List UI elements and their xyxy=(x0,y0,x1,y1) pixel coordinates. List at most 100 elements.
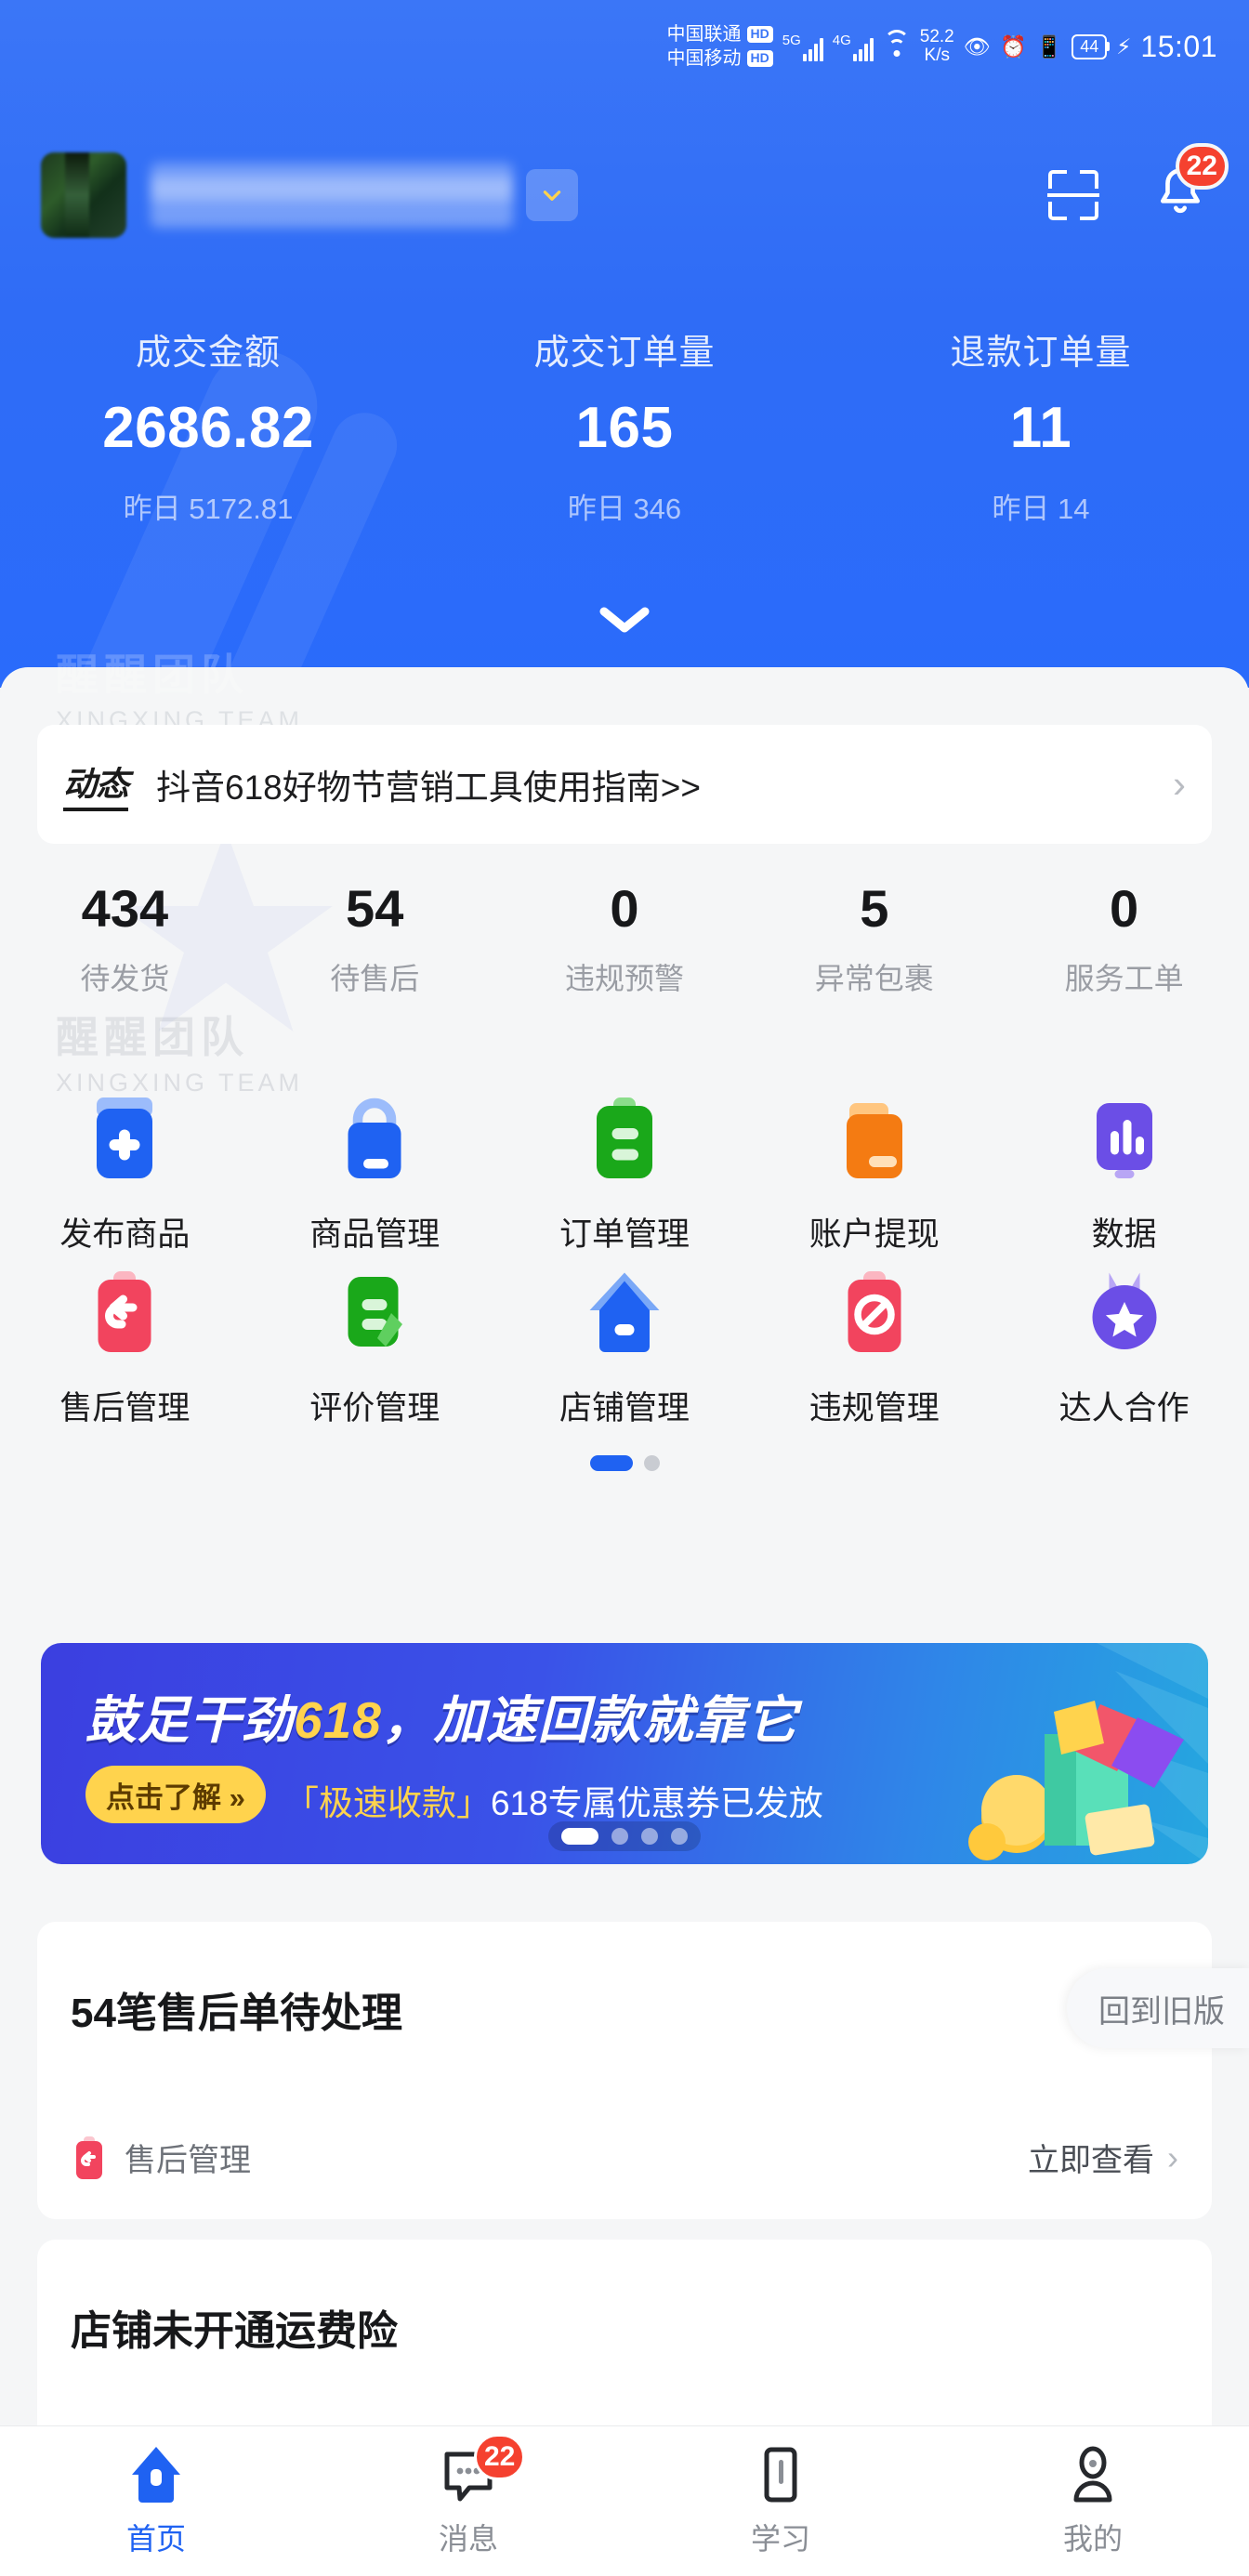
app-root: 中国联通 HD 中国移动 HD 5G 4G 52.2 K/s 👁 ⏰ 📱 44 … xyxy=(0,0,1249,2576)
tab-profile[interactable]: 我的 xyxy=(937,2426,1249,2576)
speed-unit: K/s xyxy=(924,46,950,65)
vibrate-icon: 📱 xyxy=(1035,33,1063,59)
eye-icon: 👁 xyxy=(963,33,991,59)
network-type-1: 5G xyxy=(782,32,801,48)
tab-label: 学习 xyxy=(750,2521,810,2556)
chevron-right-icon: › xyxy=(1167,2137,1178,2176)
promo-title: 鼓足干劲618，加速回款就靠它 xyxy=(85,1678,798,1753)
announcement-banner[interactable]: 动态 抖音618好物节营销工具使用指南>> › xyxy=(37,725,1212,844)
shopping-bag-icon xyxy=(330,1095,419,1184)
shortcut-review-management[interactable]: 评价管理 xyxy=(250,1268,500,1429)
promo-title-a: 鼓足干劲 xyxy=(85,1691,295,1749)
shortcut-aftersale-management[interactable]: 售后管理 xyxy=(0,1268,250,1429)
shortcut-label: 数据 xyxy=(1091,1216,1157,1253)
task-card-action[interactable]: 立即查看 › xyxy=(1028,2135,1178,2180)
speed-value: 52.2 xyxy=(919,27,954,47)
shortcut-account-withdraw[interactable]: 账户提现 xyxy=(749,1095,999,1255)
shop-header-bar: 22 xyxy=(41,139,1229,251)
hero-stat-refunds-label: 退款订单量 xyxy=(950,334,1132,373)
promo-dot-1[interactable] xyxy=(561,1828,598,1845)
return-tag-icon xyxy=(80,1268,169,1358)
alarm-icon: ⏰ xyxy=(999,33,1027,59)
counter-label: 违规预警 xyxy=(564,962,684,995)
ban-tag-icon xyxy=(830,1268,919,1358)
grid-pager-dot-2[interactable] xyxy=(643,1455,660,1471)
counter-violation-alert[interactable]: 0 违规预警 xyxy=(500,878,750,998)
tab-learning[interactable]: 学习 xyxy=(624,2426,937,2576)
grid-pager[interactable] xyxy=(0,1455,1249,1471)
promo-banner[interactable]: 鼓足干劲618，加速回款就靠它 点击了解 » 「极速收款」618专属优惠券已发放 xyxy=(41,1643,1208,1864)
hd-badge-2: HD xyxy=(746,50,773,67)
signal-bars-1-icon xyxy=(802,35,823,61)
hero-stat-orders-label: 成交订单量 xyxy=(533,334,716,373)
carrier-1-label: 中国联通 xyxy=(666,23,742,45)
clipboard-icon xyxy=(580,1095,669,1184)
star-medal-icon xyxy=(1080,1268,1169,1358)
counter-label: 异常包裹 xyxy=(814,962,934,995)
chevron-down-icon xyxy=(543,191,561,201)
shop-switch-button[interactable] xyxy=(526,169,578,221)
counter-value: 0 xyxy=(610,879,639,938)
shortcut-label: 发布商品 xyxy=(59,1216,191,1253)
scan-icon[interactable] xyxy=(1046,168,1100,222)
hero-stat-refunds-sub: 昨日 14 xyxy=(992,493,1090,525)
shortcut-product-management[interactable]: 商品管理 xyxy=(250,1095,500,1255)
shortcut-label: 商品管理 xyxy=(309,1216,440,1253)
shortcut-label: 售后管理 xyxy=(59,1390,191,1426)
hero-expand-button[interactable] xyxy=(583,599,666,640)
hero-stat-gmv-label: 成交金额 xyxy=(135,334,281,373)
shortcut-label: 账户提现 xyxy=(809,1216,940,1253)
return-tag-icon xyxy=(71,2136,108,2179)
shortcut-data[interactable]: 数据 xyxy=(999,1095,1249,1255)
task-card-shipping-insurance[interactable]: 店铺未开通运费险 xyxy=(37,2240,1212,2453)
carrier-1: 中国联通 HD xyxy=(667,24,773,46)
hero-stats-row: 成交金额 2686.82 昨日 5172.81 成交订单量 165 昨日 346… xyxy=(0,323,1249,527)
promo-title-b: 618 xyxy=(294,1691,382,1749)
hero-stat-orders-sub: 昨日 346 xyxy=(567,493,682,525)
notification-button[interactable]: 22 xyxy=(1154,143,1229,227)
task-card-aftersale[interactable]: 54笔售后单待处理 售后管理 立即查看 › xyxy=(37,1922,1212,2219)
promo-sub-b: 618 xyxy=(491,1784,548,1822)
grid-pager-dot-1[interactable] xyxy=(589,1455,633,1471)
shortcut-row-1: 发布商品 商品管理 订单管理 账户提现 数据 xyxy=(0,1095,1249,1255)
hero-stat-orders-value: 165 xyxy=(575,396,674,460)
promo-cta-button[interactable]: 点击了解 » xyxy=(85,1766,266,1823)
promo-sub-a: 「极速收款」 xyxy=(284,1784,491,1822)
hero-stat-gmv[interactable]: 成交金额 2686.82 昨日 5172.81 xyxy=(0,323,416,527)
back-to-old-version-button[interactable]: 回到旧版 xyxy=(1067,1968,1249,2048)
bottom-tab-bar: 首页 22 消息 学习 我的 xyxy=(0,2425,1249,2576)
shortcut-shop-management[interactable]: 店铺管理 xyxy=(500,1268,750,1429)
counter-abnormal-package[interactable]: 5 异常包裹 xyxy=(749,878,999,998)
shortcut-grid: 发布商品 商品管理 订单管理 账户提现 数据 售后管理 评价管理 店铺管理 违规… xyxy=(0,1095,1249,1471)
bar-chart-icon xyxy=(1080,1095,1169,1184)
tab-home[interactable]: 首页 xyxy=(0,2426,312,2576)
shortcut-violation-management[interactable]: 违规管理 xyxy=(749,1268,999,1429)
announcement-text: 抖音618好物节营销工具使用指南>> xyxy=(156,769,701,807)
counter-value: 5 xyxy=(860,879,889,938)
shortcut-influencer-cooperation[interactable]: 达人合作 xyxy=(999,1268,1249,1429)
network-type-2: 4G xyxy=(832,32,851,48)
counter-pending-shipment[interactable]: 434 待发货 xyxy=(0,878,250,998)
promo-pager[interactable] xyxy=(548,1821,701,1851)
hero-stat-refunds[interactable]: 退款订单量 11 昨日 14 xyxy=(833,323,1249,527)
shortcut-label: 评价管理 xyxy=(309,1390,440,1426)
shop-avatar[interactable] xyxy=(41,152,126,238)
status-bar: 中国联通 HD 中国移动 HD 5G 4G 52.2 K/s 👁 ⏰ 📱 44 … xyxy=(0,0,1249,93)
counter-service-ticket[interactable]: 0 服务工单 xyxy=(999,878,1249,998)
task-card-footer[interactable]: 售后管理 立即查看 › xyxy=(71,2135,1178,2180)
counter-pending-aftersale[interactable]: 54 待售后 xyxy=(250,878,500,998)
hero-stat-orders[interactable]: 成交订单量 165 昨日 346 xyxy=(416,323,833,527)
shortcut-label: 店铺管理 xyxy=(559,1390,690,1426)
promo-dot-4[interactable] xyxy=(671,1828,688,1845)
shortcut-order-management[interactable]: 订单管理 xyxy=(500,1095,750,1255)
shortcut-publish-product[interactable]: 发布商品 xyxy=(0,1095,250,1255)
signal-bars-2-icon xyxy=(852,35,874,61)
person-icon xyxy=(1064,2445,1122,2504)
promo-dot-2[interactable] xyxy=(611,1828,628,1845)
tab-messages[interactable]: 22 消息 xyxy=(312,2426,624,2576)
promo-dot-3[interactable] xyxy=(641,1828,658,1845)
counter-value: 434 xyxy=(81,879,169,938)
home-icon xyxy=(127,2445,185,2504)
review-pen-icon xyxy=(330,1268,419,1358)
clock: 15:01 xyxy=(1140,29,1217,63)
